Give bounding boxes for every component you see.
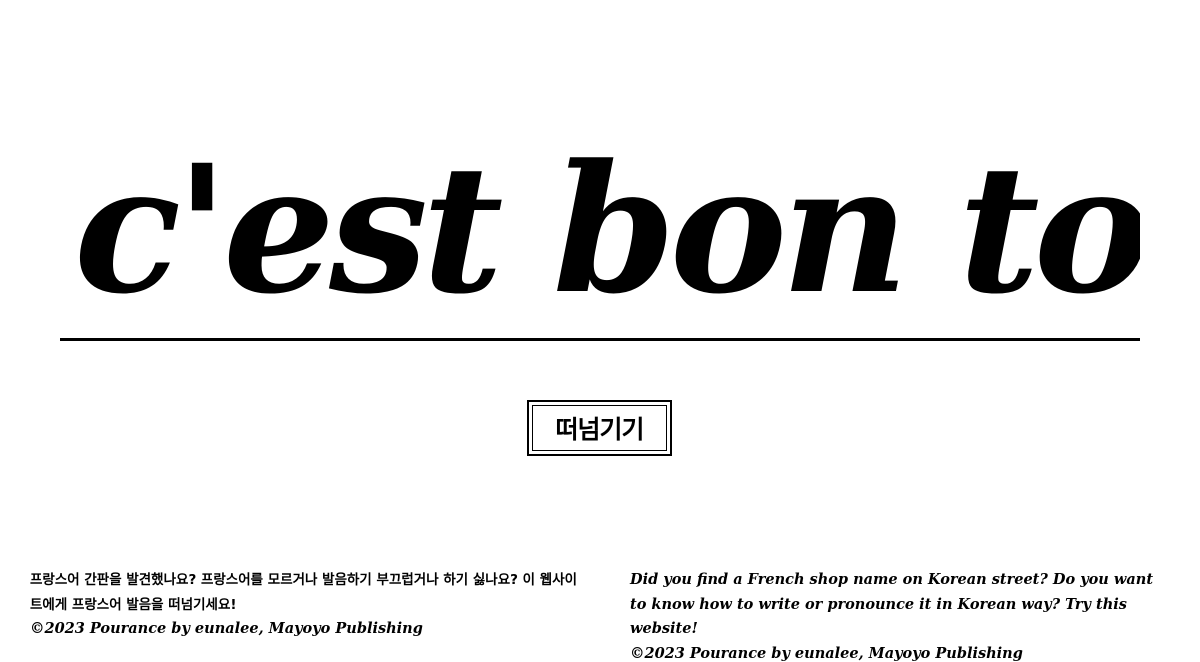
page-frame: 떠넘기기 프랑스어 간판을 발견했나요? 프랑스어를 모르거나 발음하기 부끄럽… xyxy=(0,0,1200,662)
footer-korean-copyright: ©2023 Pourance by eunalee, Mayoyo Publis… xyxy=(30,620,423,637)
footer-english: Did you find a French shop name on Korea… xyxy=(630,568,1170,662)
french-text-input[interactable] xyxy=(74,130,1140,330)
footer-korean: 프랑스어 간판을 발견했나요? 프랑스어를 모르거나 발음하기 부끄럽거나 하기… xyxy=(30,568,585,642)
input-underline xyxy=(60,338,1140,341)
hero-input-container xyxy=(60,130,1140,342)
submit-button-label: 떠넘기기 xyxy=(532,405,667,451)
footer-english-copyright: ©2023 Pourance by eunalee, Mayoyo Publis… xyxy=(630,644,1023,662)
footer-korean-description: 프랑스어 간판을 발견했나요? 프랑스어를 모르거나 발음하기 부끄럽거나 하기… xyxy=(30,572,578,613)
footer-english-description: Did you find a French shop name on Korea… xyxy=(630,571,1154,637)
submit-button[interactable]: 떠넘기기 xyxy=(527,400,672,456)
